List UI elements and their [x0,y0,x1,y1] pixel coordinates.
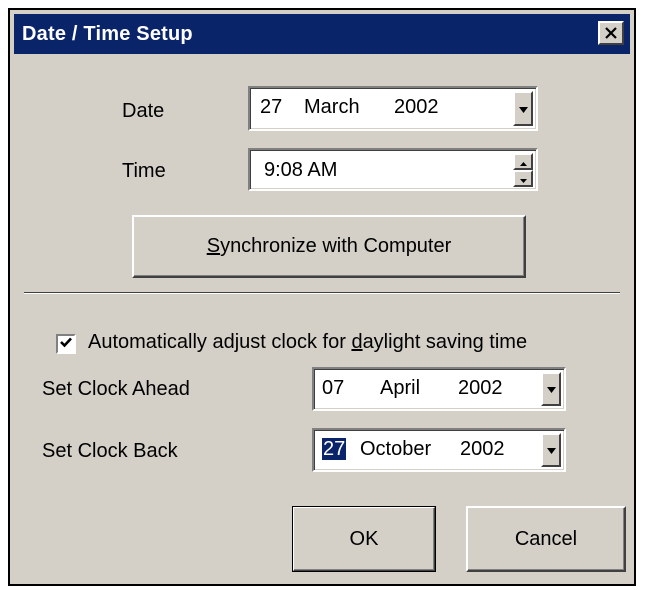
clock-back-month[interactable]: October [360,437,431,461]
date-day[interactable]: 27 [260,95,282,119]
date-label: Date [122,100,165,122]
synchronize-button[interactable]: Synchronize with Computer [132,215,526,278]
clock-ahead-label: Set Clock Ahead [42,378,190,400]
dropdown-arrow-icon [518,100,528,118]
dropdown-arrow-icon [546,380,556,398]
checkmark-icon [60,335,72,353]
time-picker[interactable]: 9:08 AM [248,148,538,191]
dst-checkbox[interactable] [56,334,76,354]
clock-ahead-month[interactable]: April [380,376,420,400]
time-spin-up-button[interactable] [513,153,533,170]
title-bar[interactable]: Date / Time Setup [14,14,630,54]
divider [24,292,620,294]
cancel-button[interactable]: Cancel [466,506,626,572]
window-title: Date / Time Setup [22,23,193,45]
date-time-setup-dialog: Date / Time Setup Date 27 March 2002 Tim… [8,8,636,586]
close-icon [605,27,617,39]
cancel-button-label: Cancel [514,527,578,550]
clock-back-dropdown-button[interactable] [541,433,561,467]
dropdown-arrow-icon [546,441,556,459]
clock-ahead-day[interactable]: 07 [322,376,344,400]
clock-back-day[interactable]: 27 [322,437,347,461]
date-year[interactable]: 2002 [394,95,439,119]
clock-ahead-picker[interactable]: 07 April 2002 [312,367,566,411]
ok-button[interactable]: OK [292,506,436,572]
dst-checkbox-label[interactable]: Automatically adjust clock for daylight … [88,331,527,354]
time-label: Time [122,160,166,182]
date-dropdown-button[interactable] [513,91,533,126]
spin-up-icon [519,153,527,171]
clock-back-day-selected: 27 [322,438,347,460]
time-spin-down-button[interactable] [513,170,533,187]
clock-back-year[interactable]: 2002 [460,437,505,461]
clock-ahead-dropdown-button[interactable] [541,372,561,406]
ok-button-label: OK [349,527,379,550]
clock-ahead-year[interactable]: 2002 [458,376,503,400]
spin-down-icon [519,170,527,188]
clock-back-label: Set Clock Back [42,440,178,462]
date-month[interactable]: March [304,95,360,119]
time-value[interactable]: 9:08 AM [264,158,337,182]
clock-back-picker[interactable]: 27 October 2002 [312,428,566,472]
synchronize-button-label: Synchronize with Computer [206,235,452,257]
date-picker[interactable]: 27 March 2002 [248,86,538,131]
close-button[interactable] [598,21,624,45]
